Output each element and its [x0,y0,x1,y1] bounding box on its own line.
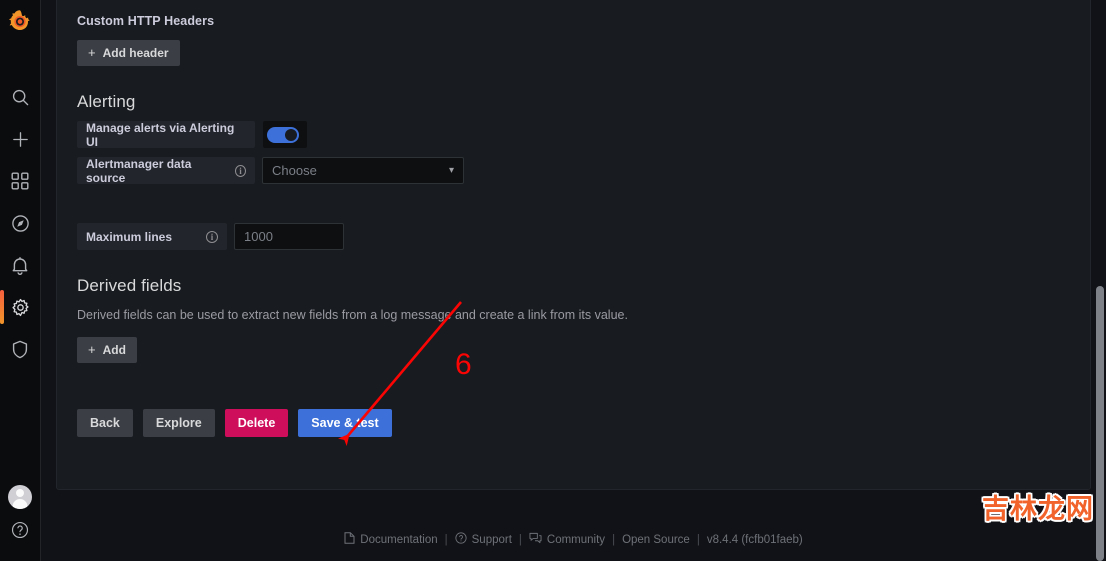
watermark: 吉林龙网 [982,494,1094,525]
info-icon[interactable]: i [234,164,246,177]
custom-http-headers-title: Custom HTTP Headers [77,14,215,28]
manage-alerts-toggle-wrap [263,121,307,148]
help-icon[interactable] [0,509,41,551]
footer-support-link[interactable]: Support [455,532,512,547]
datasource-settings-panel: Custom HTTP Headers + Add header Alertin… [56,0,1091,490]
back-button[interactable]: Back [77,409,133,437]
sidebar-bottom [0,485,41,551]
footer-community-link[interactable]: Community [529,532,605,547]
delete-button[interactable]: Delete [224,409,289,437]
main-sidebar [0,0,41,561]
vertical-scrollbar-track[interactable] [1093,0,1106,561]
add-header-button[interactable]: + Add header [77,40,180,66]
plus-icon [11,130,30,149]
bell-icon [11,256,29,275]
derived-fields-description: Derived fields can be used to extract ne… [77,308,628,322]
footer-separator: | [612,533,616,546]
footer-separator: | [696,533,700,546]
grafana-datasource-settings-page: Custom HTTP Headers + Add header Alertin… [0,0,1106,561]
manage-alerts-row: Manage alerts via Alerting UI [77,121,1070,149]
action-buttons: Back Explore Delete Save & test [77,409,1070,437]
gear-icon [11,298,30,317]
footer-documentation-link[interactable]: Documentation [344,532,438,547]
add-derived-field-button[interactable]: + Add [77,337,137,363]
sidebar-item-explore[interactable] [0,202,41,244]
sidebar-item-alerting[interactable] [0,244,41,286]
maximum-lines-input[interactable] [234,223,344,250]
footer: Documentation | Support | Community | Op… [41,532,1106,547]
alertmanager-label: Alertmanager data source i [77,157,255,185]
alertmanager-row: Alertmanager data source i Choose ▾ [77,157,1070,185]
dashboards-grid-icon [11,172,29,190]
footer-open-source-link[interactable]: Open Source [622,534,690,546]
page-content: Custom HTTP Headers + Add header Alertin… [41,0,1106,561]
derived-fields-title: Derived fields [77,276,182,295]
sidebar-item-server-admin[interactable] [0,328,41,370]
sidebar-item-configuration[interactable] [0,286,41,328]
footer-version: v8.4.4 (fcfb01faeb) [706,533,803,546]
add-header-label: Add header [102,46,169,60]
alertmanager-datasource-select[interactable]: Choose ▾ [262,157,464,184]
search-icon [11,88,30,107]
sidebar-nav [0,76,41,370]
add-derived-field-label: Add [102,343,126,357]
annotation-step-number: 6 [455,348,472,381]
alertmanager-select-value: Choose [272,163,317,178]
save-and-test-button[interactable]: Save & test [298,409,392,437]
question-circle-icon [455,532,467,547]
sidebar-item-search[interactable] [0,76,41,118]
document-icon [344,532,355,547]
sidebar-item-dashboards[interactable] [0,160,41,202]
comments-icon [529,532,542,547]
footer-separator: | [518,533,522,546]
vertical-scrollbar-thumb[interactable] [1096,286,1104,561]
avatar[interactable] [8,485,32,509]
grafana-logo-icon[interactable] [6,7,35,36]
manage-alerts-toggle[interactable] [267,126,299,143]
explore-button[interactable]: Explore [142,409,215,437]
info-icon[interactable]: i [206,230,218,243]
plus-icon: + [88,45,96,60]
shield-icon [11,340,29,359]
sidebar-item-create[interactable] [0,118,41,160]
chevron-down-icon: ▾ [448,165,454,176]
plus-icon: + [88,342,96,357]
explore-compass-icon [11,214,30,233]
manage-alerts-label: Manage alerts via Alerting UI [77,121,255,149]
maximum-lines-label: Maximum lines i [77,223,227,250]
alerting-section-title: Alerting [77,92,136,111]
footer-separator: | [444,533,448,546]
maximum-lines-row: Maximum lines i [77,223,1070,250]
